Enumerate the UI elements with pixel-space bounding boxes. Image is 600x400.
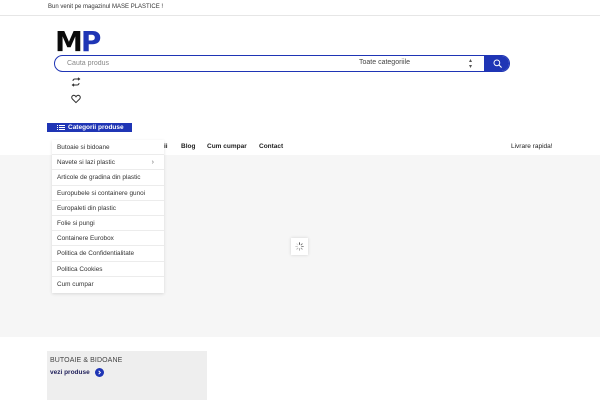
nav-item-blog[interactable]: Blog — [181, 143, 195, 150]
search-icon — [492, 59, 502, 68]
welcome-message: Bun venit pe magazinul MASE PLASTICE ! — [48, 4, 164, 10]
arrow-right-icon — [94, 368, 104, 377]
category-label: Cum cumpar — [57, 280, 94, 288]
spinner-icon — [295, 242, 304, 251]
heart-icon — [71, 94, 81, 104]
categories-menu-label: Categorii produse — [68, 124, 124, 131]
repeat-icon — [71, 77, 81, 87]
delivery-notice: Livrare rapida! — [511, 143, 553, 150]
category-item-cookies[interactable]: Politica Cookies — [52, 262, 164, 277]
list-icon — [57, 125, 65, 130]
search-bar: Toate categoriile ▴▾ — [54, 55, 510, 72]
promo-title: BUTOAIE & BIDOANE — [50, 357, 123, 364]
category-item-navete[interactable]: Navete si lazi plastic › — [52, 155, 164, 171]
category-label: Politica Cookies — [57, 265, 103, 273]
category-label: Navete si lazi plastic — [57, 159, 115, 167]
view-products-link[interactable]: vezi produse — [50, 368, 104, 377]
category-item-europubele[interactable]: Europubele si containere gunoi — [52, 186, 164, 201]
category-item-butoaie[interactable]: Butoaie si bidoane — [52, 140, 164, 156]
category-item-cum-cumpar[interactable]: Cum cumpar — [52, 277, 164, 292]
category-label: Folie si pungi — [57, 219, 95, 227]
category-label: Europubele si containere gunoi — [57, 189, 146, 197]
category-item-gradina[interactable]: Articole de gradina din plastic — [52, 170, 164, 186]
view-products-label: vezi produse — [50, 369, 90, 376]
category-item-folie[interactable]: Folie si pungi — [52, 216, 164, 232]
site-logo[interactable]: MP — [55, 25, 101, 58]
promo-banner-butoaie[interactable]: BUTOAIE & BIDOANE vezi produse — [47, 351, 207, 400]
category-item-confidentialitate[interactable]: Politica de Confidentialitate — [52, 246, 164, 262]
category-label: Europaleti din plastic — [57, 204, 116, 212]
logo-letter-p: P — [80, 25, 101, 58]
select-arrows-icon: ▴ ▾ — [469, 58, 473, 70]
search-input[interactable] — [67, 58, 347, 69]
category-item-eurobox[interactable]: Containere Eurobox — [52, 231, 164, 247]
category-select-value: Toate categoriile — [359, 59, 410, 66]
loading-spinner — [291, 238, 308, 255]
logo-letter-m: M — [55, 25, 83, 58]
nav-item-partial[interactable]: ii — [164, 143, 168, 150]
compare-button[interactable] — [70, 76, 82, 88]
nav-item-contact[interactable]: Contact — [259, 143, 283, 150]
category-label: Containere Eurobox — [57, 235, 114, 243]
category-label: Butoaie si bidoane — [57, 144, 110, 151]
search-button[interactable] — [484, 56, 509, 71]
category-item-europaleti[interactable]: Europaleti din plastic — [52, 201, 164, 216]
wishlist-button[interactable] — [70, 93, 82, 105]
top-bar: Bun venit pe magazinul MASE PLASTICE ! — [0, 0, 600, 16]
categories-menu-button[interactable]: Categorii produse — [47, 123, 132, 132]
category-select[interactable]: Toate categoriile ▴ ▾ — [359, 58, 479, 70]
category-label: Politica de Confidentialitate — [57, 250, 135, 258]
chevron-right-icon: › — [151, 159, 154, 167]
categories-dropdown: Butoaie si bidoane Navete si lazi plasti… — [52, 140, 164, 293]
nav-item-cum-cumpar[interactable]: Cum cumpar — [207, 143, 247, 150]
category-label: Articole de gradina din plastic — [57, 174, 141, 182]
